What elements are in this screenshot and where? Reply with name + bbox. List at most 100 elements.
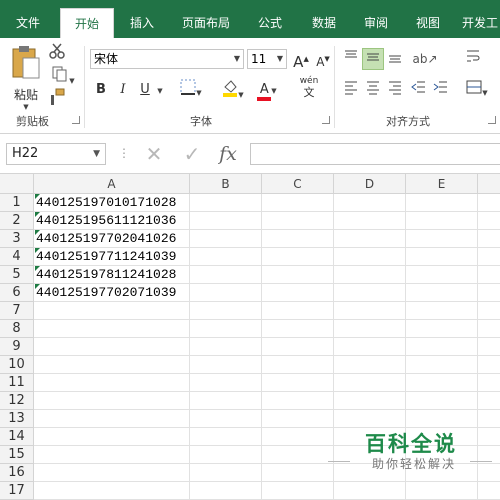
align-right-icon[interactable] xyxy=(384,79,406,101)
watermark-title: 百科全说 xyxy=(365,432,457,456)
name-box[interactable]: H22 ▼ xyxy=(6,143,106,165)
column-header-a[interactable]: A xyxy=(34,174,190,194)
tab-formulas[interactable]: 公式 xyxy=(246,8,294,38)
tab-data[interactable]: 数据 xyxy=(300,8,348,38)
paste-label: 粘贴 xyxy=(13,88,38,102)
row-header[interactable]: 15 xyxy=(0,446,34,464)
paste-button[interactable]: 粘贴 ▼ xyxy=(8,44,44,111)
orientation-button[interactable]: ab↗ xyxy=(410,48,440,70)
tab-page-layout[interactable]: 页面布局 xyxy=(170,8,242,38)
font-color-button[interactable]: A ▼ xyxy=(252,79,282,101)
alignment-launcher-icon[interactable] xyxy=(488,116,496,124)
wrap-text-icon[interactable] xyxy=(462,48,484,70)
decrease-indent-icon[interactable] xyxy=(408,79,430,101)
align-left-icon[interactable] xyxy=(340,79,362,101)
row-header[interactable]: 1 xyxy=(0,194,34,212)
more-options-icon[interactable]: ⋮ xyxy=(118,146,130,160)
underline-dropdown-icon[interactable]: ▼ xyxy=(154,79,166,101)
cell-a5[interactable]: 440125197811241028 xyxy=(35,266,189,284)
cut-icon[interactable] xyxy=(46,42,68,64)
row-gridline xyxy=(34,481,500,482)
tab-developer[interactable]: 开发工 xyxy=(456,8,500,38)
row-header[interactable]: 9 xyxy=(0,338,34,356)
row-gridline xyxy=(34,355,500,356)
cell-a3[interactable]: 440125197702041026 xyxy=(35,230,189,248)
row-header[interactable]: 2 xyxy=(0,212,34,230)
cell-a6[interactable]: 440125197702071039 xyxy=(35,284,189,302)
watermark-subtitle: 助你轻松解决 xyxy=(372,457,457,471)
formula-input[interactable] xyxy=(250,143,500,165)
phonetic-button[interactable]: wén 文 xyxy=(296,76,322,104)
tab-insert[interactable]: 插入 xyxy=(118,8,166,38)
italic-button[interactable]: I xyxy=(112,79,134,101)
font-name-value: 宋体 xyxy=(94,52,119,66)
align-middle-icon[interactable] xyxy=(362,48,384,70)
ribbon: 粘贴 ▼ ▼ 剪贴板 宋体 ▼ 11 ▼ A▲ A▼ B I U ▼ ▼ ▼ A… xyxy=(0,38,500,134)
column-gridline xyxy=(189,194,190,500)
cell-a2[interactable]: 440125195611121036 xyxy=(35,212,189,230)
row-header[interactable]: 11 xyxy=(0,374,34,392)
row-header[interactable]: 17 xyxy=(0,482,34,500)
name-box-value: H22 xyxy=(12,146,39,161)
align-bottom-icon[interactable] xyxy=(384,48,406,70)
increase-indent-icon[interactable] xyxy=(430,79,452,101)
align-center-icon[interactable] xyxy=(362,79,384,101)
bold-button[interactable]: B xyxy=(90,79,112,101)
select-all-corner[interactable] xyxy=(0,174,34,194)
row-header[interactable]: 6 xyxy=(0,284,34,302)
column-header-c[interactable]: C xyxy=(262,174,334,194)
row-header[interactable]: 8 xyxy=(0,320,34,338)
grow-font-icon: A xyxy=(293,53,304,71)
tab-view[interactable]: 视图 xyxy=(404,8,452,38)
borders-icon xyxy=(180,79,196,95)
font-size-value: 11 xyxy=(251,52,267,66)
row-header[interactable]: 7 xyxy=(0,302,34,320)
cell-a4[interactable]: 440125197711241039 xyxy=(35,248,189,266)
row-header[interactable]: 4 xyxy=(0,248,34,266)
row-header[interactable]: 12 xyxy=(0,392,34,410)
borders-button[interactable]: ▼ xyxy=(176,79,206,101)
tab-file[interactable]: 文件 xyxy=(0,8,56,38)
row-gridline xyxy=(34,373,500,374)
insert-function-icon[interactable]: fx xyxy=(216,142,240,166)
group-separator xyxy=(334,46,335,128)
enter-icon[interactable]: ✓ xyxy=(180,142,204,166)
shrink-font-button[interactable]: A▼ xyxy=(312,48,334,70)
row-header[interactable]: 3 xyxy=(0,230,34,248)
cancel-icon[interactable]: ✕ xyxy=(142,142,166,166)
number-stored-as-text-indicator xyxy=(35,284,40,289)
tab-review[interactable]: 审阅 xyxy=(352,8,400,38)
font-launcher-icon[interactable] xyxy=(322,116,330,124)
format-painter-icon[interactable] xyxy=(46,88,68,110)
number-stored-as-text-indicator xyxy=(35,194,40,199)
fill-color-button[interactable]: ▼ xyxy=(218,79,248,101)
title-bar xyxy=(0,0,500,8)
cell-text: 440125195611121036 xyxy=(36,213,177,228)
copy-icon[interactable]: ▼ xyxy=(46,65,80,87)
row-header[interactable]: 13 xyxy=(0,410,34,428)
column-header-f[interactable] xyxy=(478,174,500,194)
row-header[interactable]: 10 xyxy=(0,356,34,374)
row-header[interactable]: 5 xyxy=(0,266,34,284)
cell-a1[interactable]: 440125197010171028 xyxy=(35,194,189,212)
grow-font-button[interactable]: A▲ xyxy=(290,48,312,71)
paint-bucket-icon xyxy=(223,80,238,97)
underline-button[interactable]: U xyxy=(134,79,156,101)
tab-home[interactable]: 开始 xyxy=(60,8,114,38)
column-gridline xyxy=(333,194,334,500)
row-gridline xyxy=(34,391,500,392)
clipboard-launcher-icon[interactable] xyxy=(72,116,80,124)
column-header-e[interactable]: E xyxy=(406,174,478,194)
font-size-select[interactable]: 11 ▼ xyxy=(247,49,287,69)
column-gridline xyxy=(477,194,478,500)
column-header-d[interactable]: D xyxy=(334,174,406,194)
ribbon-tab-bar: 文件 开始 插入 页面布局 公式 数据 审阅 视图 开发工 xyxy=(0,8,500,38)
row-header[interactable]: 14 xyxy=(0,428,34,446)
column-header-b[interactable]: B xyxy=(190,174,262,194)
align-top-icon[interactable] xyxy=(340,48,362,70)
number-stored-as-text-indicator xyxy=(35,230,40,235)
merge-center-button[interactable]: ▼ xyxy=(460,79,494,101)
row-header[interactable]: 16 xyxy=(0,464,34,482)
font-group-label: 字体 xyxy=(190,115,212,128)
font-name-select[interactable]: 宋体 ▼ xyxy=(90,49,244,69)
